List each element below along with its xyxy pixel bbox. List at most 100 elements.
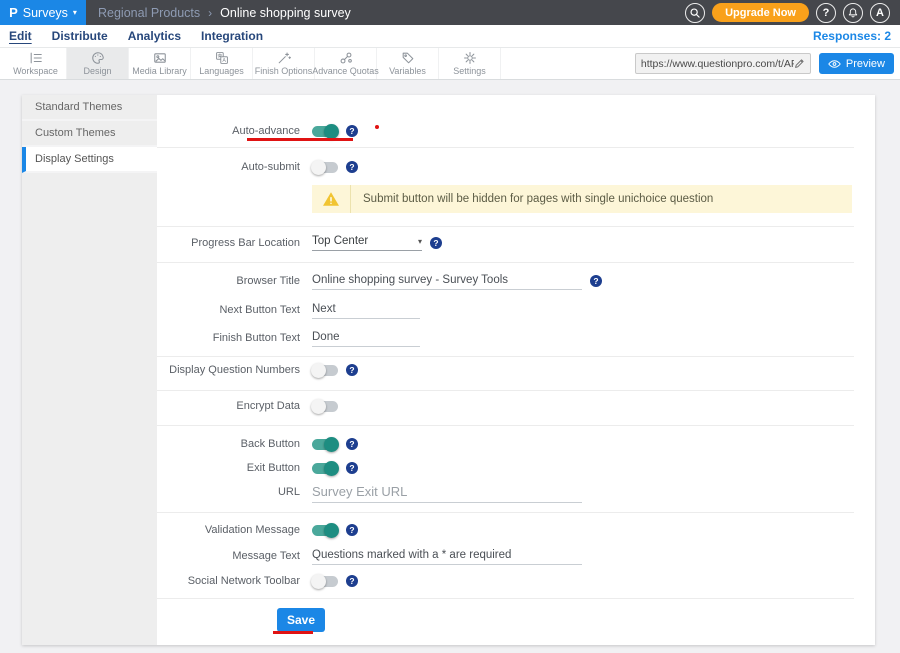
toolbar-item-finish-options[interactable]: Finish Options bbox=[253, 48, 315, 79]
variables-tag-icon bbox=[401, 51, 415, 65]
auto-advance-toggle[interactable] bbox=[312, 126, 338, 137]
auto-submit-toggle[interactable] bbox=[312, 162, 338, 173]
help-button[interactable]: ? bbox=[816, 3, 836, 23]
toolbar-item-label: Media Library bbox=[132, 66, 187, 76]
setting-row-progress-bar-location: Progress Bar Location Top Center ▾ ? bbox=[157, 231, 854, 255]
toggle-knob bbox=[311, 160, 326, 175]
row-divider bbox=[157, 598, 854, 599]
annotation-underline-save bbox=[273, 631, 313, 634]
sidebar-item-standard-themes[interactable]: Standard Themes bbox=[22, 95, 157, 121]
annotation-dot bbox=[375, 125, 379, 129]
message-text-input[interactable] bbox=[312, 547, 582, 565]
save-button[interactable]: Save bbox=[277, 608, 325, 632]
themes-sidebar: Standard Themes Custom Themes Display Se… bbox=[22, 95, 157, 645]
warning-triangle-icon bbox=[312, 191, 350, 207]
design-palette-icon bbox=[91, 51, 105, 65]
help-icon[interactable]: ? bbox=[346, 575, 358, 587]
upgrade-now-button[interactable]: Upgrade Now bbox=[712, 3, 809, 22]
advance-quotas-links-icon bbox=[339, 51, 353, 65]
toggle-knob bbox=[311, 363, 326, 378]
sidebar-item-display-settings[interactable]: Display Settings bbox=[22, 147, 157, 173]
settings-gear-icon bbox=[463, 51, 477, 65]
responses-count[interactable]: Responses: 2 bbox=[813, 29, 891, 43]
help-icon[interactable]: ? bbox=[590, 275, 602, 287]
tab-analytics[interactable]: Analytics bbox=[128, 29, 181, 43]
sidebar-item-custom-themes[interactable]: Custom Themes bbox=[22, 121, 157, 147]
browser-title-input[interactable] bbox=[312, 272, 582, 290]
toolbar-item-media-library[interactable]: Media Library bbox=[129, 48, 191, 79]
design-toolbar: Workspace Design Media Library A Languag… bbox=[0, 48, 900, 80]
workspace-icon bbox=[29, 51, 43, 65]
help-icon[interactable]: ? bbox=[346, 161, 358, 173]
next-button-text-input[interactable] bbox=[312, 301, 420, 319]
progress-bar-location-select[interactable]: Top Center ▾ bbox=[312, 235, 422, 251]
toggle-knob bbox=[324, 437, 339, 452]
questionpro-app: P Surveys ▾ Regional Products › Online s… bbox=[0, 0, 900, 653]
toolbar-item-label: Advance Quotas bbox=[312, 66, 379, 76]
toggle-knob bbox=[324, 523, 339, 538]
social-network-toolbar-label: Social Network Toolbar bbox=[157, 575, 300, 587]
toolbar-item-label: Settings bbox=[453, 66, 486, 76]
toolbar-item-settings[interactable]: Settings bbox=[439, 48, 501, 79]
toolbar-item-advance-quotas[interactable]: Advance Quotas bbox=[315, 48, 377, 79]
row-divider bbox=[157, 512, 854, 513]
notifications-button[interactable] bbox=[843, 3, 863, 23]
tab-distribute[interactable]: Distribute bbox=[52, 29, 108, 43]
help-icon[interactable]: ? bbox=[346, 364, 358, 376]
back-button-toggle[interactable] bbox=[312, 439, 338, 450]
auto-submit-warning: Submit button will be hidden for pages w… bbox=[312, 185, 852, 213]
toggle-knob bbox=[324, 461, 339, 476]
breadcrumb-parent[interactable]: Regional Products bbox=[98, 6, 200, 20]
exit-url-input[interactable] bbox=[312, 482, 582, 503]
tab-integration[interactable]: Integration bbox=[201, 29, 263, 43]
preview-label: Preview bbox=[846, 58, 885, 70]
exit-button-toggle[interactable] bbox=[312, 463, 338, 474]
annotation-underline-auto-advance bbox=[247, 138, 353, 141]
display-question-numbers-toggle[interactable] bbox=[312, 365, 338, 376]
exit-button-label: Exit Button bbox=[157, 462, 300, 474]
surveys-menu[interactable]: P Surveys ▾ bbox=[0, 0, 86, 25]
help-icon[interactable]: ? bbox=[430, 237, 442, 249]
validation-message-label: Validation Message bbox=[157, 524, 300, 536]
help-icon[interactable]: ? bbox=[346, 524, 358, 536]
row-divider bbox=[157, 390, 854, 391]
toggle-knob bbox=[324, 124, 339, 139]
tab-edit[interactable]: Edit bbox=[9, 29, 32, 43]
avatar-letter: A bbox=[876, 7, 884, 19]
share-url-text: https://www.questionpro.com/t/APNrFZ bbox=[641, 58, 794, 70]
setting-row-next-button-text: Next Button Text bbox=[157, 298, 854, 322]
message-text-label: Message Text bbox=[157, 550, 300, 562]
chevron-down-icon: ▾ bbox=[73, 8, 77, 17]
setting-row-finish-button-text: Finish Button Text bbox=[157, 326, 854, 350]
validation-message-toggle[interactable] bbox=[312, 525, 338, 536]
eye-icon bbox=[828, 59, 841, 69]
encrypt-data-toggle[interactable] bbox=[312, 401, 338, 412]
media-library-icon bbox=[153, 51, 167, 65]
encrypt-data-label: Encrypt Data bbox=[157, 400, 300, 412]
help-icon[interactable]: ? bbox=[346, 462, 358, 474]
toolbar-item-variables[interactable]: Variables bbox=[377, 48, 439, 79]
breadcrumb-current: Online shopping survey bbox=[220, 6, 351, 20]
social-network-toolbar-toggle[interactable] bbox=[312, 576, 338, 587]
avatar[interactable]: A bbox=[870, 3, 890, 23]
setting-row-validation-message: Validation Message ? bbox=[157, 518, 854, 542]
toolbar-item-languages[interactable]: A Languages bbox=[191, 48, 253, 79]
row-divider bbox=[157, 356, 854, 357]
toolbar-item-design[interactable]: Design bbox=[67, 48, 129, 79]
search-button[interactable] bbox=[685, 3, 705, 23]
toolbar-item-workspace[interactable]: Workspace bbox=[5, 48, 67, 79]
finish-button-text-input[interactable] bbox=[312, 329, 420, 347]
setting-row-auto-submit: Auto-submit ? bbox=[157, 155, 854, 179]
finish-options-wand-icon bbox=[277, 51, 291, 65]
setting-row-exit-url: URL bbox=[157, 480, 854, 504]
share-url-field[interactable]: https://www.questionpro.com/t/APNrFZ bbox=[635, 53, 811, 74]
browser-title-label: Browser Title bbox=[157, 275, 300, 287]
preview-button[interactable]: Preview bbox=[819, 53, 894, 74]
edit-pencil-icon[interactable] bbox=[794, 58, 805, 69]
setting-row-social-network-toolbar: Social Network Toolbar ? bbox=[157, 569, 854, 593]
sidebar-item-label: Custom Themes bbox=[35, 127, 116, 139]
toolbar-item-label: Variables bbox=[389, 66, 426, 76]
help-icon[interactable]: ? bbox=[346, 438, 358, 450]
help-icon[interactable]: ? bbox=[346, 125, 358, 137]
search-icon bbox=[689, 7, 701, 19]
